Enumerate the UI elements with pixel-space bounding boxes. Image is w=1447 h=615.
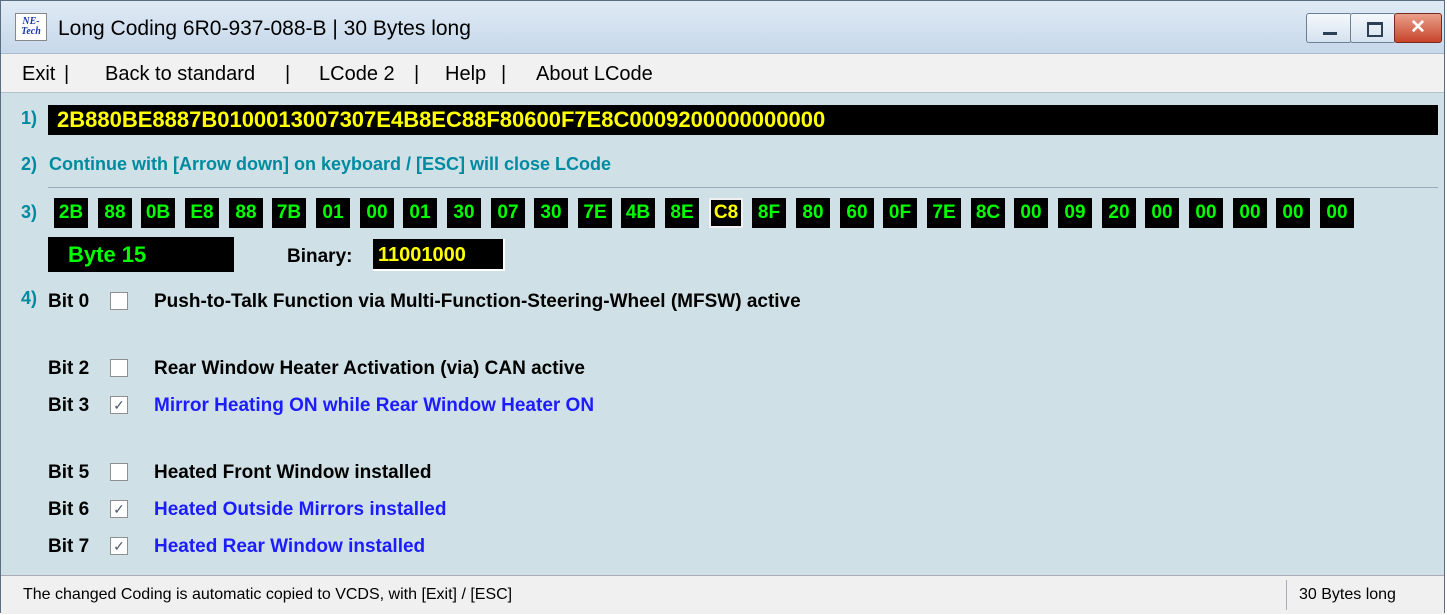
bit-label: Bit 2	[48, 358, 90, 379]
menu-separator: |	[501, 63, 507, 85]
byte-cell[interactable]: 7E	[927, 198, 961, 228]
maximize-icon	[1367, 22, 1383, 37]
menu-help[interactable]: Help	[445, 63, 486, 86]
menu-separator: |	[285, 63, 291, 85]
menu-lcode-2[interactable]: LCode 2	[319, 63, 395, 86]
byte-cell[interactable]: 07	[491, 198, 525, 228]
step-3-label: 3)	[21, 202, 38, 222]
minimize-icon	[1323, 32, 1337, 35]
byte-cell[interactable]: 00	[1233, 198, 1267, 228]
byte-cell[interactable]: 00	[1276, 198, 1310, 228]
bit-checkbox-checked[interactable]: ✓	[110, 396, 128, 414]
coding-string-field[interactable]: 2B880BE8887B0100013007307E4B8EC88F80600F…	[48, 105, 1438, 135]
minimize-button[interactable]	[1306, 13, 1352, 43]
bit-checkbox-checked[interactable]: ✓	[110, 500, 128, 518]
byte-cell[interactable]: 30	[447, 198, 481, 228]
byte-cell[interactable]: 4B	[621, 198, 655, 228]
byte-cell[interactable]: 0F	[883, 198, 917, 228]
close-icon: ✕	[1410, 17, 1426, 38]
byte-cell[interactable]: 0B	[141, 198, 175, 228]
byte-cell[interactable]: 80	[796, 198, 830, 228]
byte-cell[interactable]: 88	[98, 198, 132, 228]
bit-description: Mirror Heating ON while Rear Window Heat…	[154, 395, 595, 416]
close-button[interactable]: ✕	[1394, 13, 1442, 43]
bit-description: Push-to-Talk Function via Multi-Function…	[154, 291, 801, 312]
bit-label: Bit 7	[48, 536, 90, 557]
status-message: The changed Coding is automatic copied t…	[23, 586, 513, 603]
bit-checkbox-checked[interactable]: ✓	[110, 537, 128, 555]
status-byte-count: 30 Bytes long	[1299, 586, 1396, 603]
menu-bar: Exit | Back to standard | LCode 2 | Help…	[1, 54, 1444, 93]
resize-grip-icon[interactable]	[1436, 606, 1444, 614]
byte-cell[interactable]: 7B	[272, 198, 306, 228]
menu-exit[interactable]: Exit	[22, 63, 55, 86]
byte-cell[interactable]: E8	[185, 198, 219, 228]
binary-label: Binary:	[287, 246, 353, 267]
byte-cell[interactable]: 00	[1014, 198, 1048, 228]
step-4-label: 4)	[21, 288, 38, 308]
byte-cell[interactable]: 2B	[54, 198, 88, 228]
divider	[48, 187, 1438, 188]
byte-cell[interactable]: 00	[1189, 198, 1223, 228]
byte-cell[interactable]: 8C	[971, 198, 1005, 228]
bit-description: Rear Window Heater Activation (via) CAN …	[154, 358, 585, 379]
byte-cell-selected[interactable]: C8	[709, 198, 743, 228]
byte-cell[interactable]: 01	[403, 198, 437, 228]
menu-separator: |	[414, 63, 420, 85]
menu-back-to-standard[interactable]: Back to standard	[105, 63, 255, 86]
bit-description: Heated Front Window installed	[154, 462, 432, 483]
bit-checkbox[interactable]	[110, 359, 128, 377]
byte-cell[interactable]: 88	[229, 198, 263, 228]
byte-cell[interactable]: 00	[360, 198, 394, 228]
maximize-button[interactable]	[1350, 13, 1396, 43]
byte-cell[interactable]: 7E	[578, 198, 612, 228]
bit-checkbox[interactable]	[110, 463, 128, 481]
bit-description: Heated Rear Window installed	[154, 536, 426, 557]
byte-cell[interactable]: 00	[1145, 198, 1179, 228]
bit-checkbox[interactable]	[110, 292, 128, 310]
bit-label: Bit 5	[48, 462, 90, 483]
bit-label: Bit 0	[48, 291, 90, 312]
menu-separator: |	[64, 63, 70, 85]
binary-value: 11001000	[373, 239, 505, 271]
instruction-text: Continue with [Arrow down] on keyboard /…	[49, 154, 612, 174]
lcode-window: NE-Tech Long Coding 6R0-937-088-B | 30 B…	[0, 0, 1445, 614]
byte-cell[interactable]: 01	[316, 198, 350, 228]
byte-cell[interactable]: 60	[840, 198, 874, 228]
byte-cell[interactable]: 30	[534, 198, 568, 228]
byte-cell[interactable]: 8F	[752, 198, 786, 228]
step-2-label: 2)	[21, 154, 38, 174]
bit-label: Bit 3	[48, 395, 90, 416]
status-bar: The changed Coding is automatic copied t…	[1, 575, 1444, 614]
byte-cell[interactable]: 8E	[665, 198, 699, 228]
title-bar[interactable]: NE-Tech Long Coding 6R0-937-088-B | 30 B…	[1, 1, 1444, 54]
app-logo-icon: NE-Tech	[15, 13, 47, 41]
menu-about-lcode[interactable]: About LCode	[536, 63, 653, 86]
window-title: Long Coding 6R0-937-088-B | 30 Bytes lon…	[58, 17, 471, 40]
step-1-label: 1)	[21, 108, 38, 128]
byte-cell[interactable]: 20	[1102, 198, 1136, 228]
byte-cell[interactable]: 00	[1320, 198, 1354, 228]
bit-description: Heated Outside Mirrors installed	[154, 499, 447, 520]
status-divider	[1286, 580, 1287, 610]
bit-label: Bit 6	[48, 499, 90, 520]
selected-byte-label: Byte 15	[48, 237, 234, 272]
byte-cell[interactable]: 09	[1058, 198, 1092, 228]
